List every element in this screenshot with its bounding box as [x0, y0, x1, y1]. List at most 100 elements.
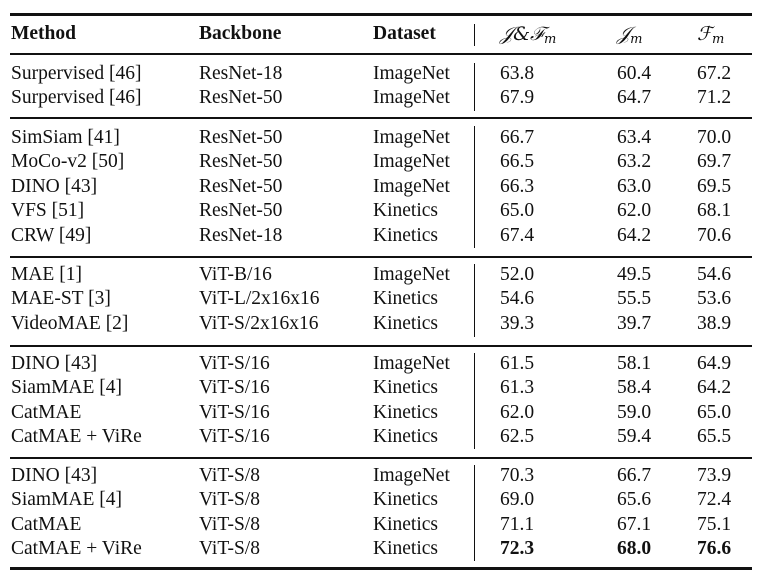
backbone-cell: ViT-S/8 — [199, 513, 260, 535]
method-cell: VideoMAE [2] — [11, 312, 129, 334]
method-cell: CatMAE — [11, 401, 82, 423]
dataset-cell: ImageNet — [373, 151, 450, 173]
jf-mean-cell: 71.1 — [500, 513, 535, 535]
method-cell: SiamMAE [4] — [11, 489, 123, 511]
jf-mean-cell: 70.3 — [500, 465, 535, 486]
method-cell: CatMAE + ViRe — [11, 538, 142, 560]
j-mean-cell: 68.0 — [617, 538, 652, 560]
table-row: SiamMAE [4] ViT-S/16 Kinetics 61.3 58.4 64.2 — [0, 376, 758, 400]
jf-mean-cell: 66.5 — [500, 151, 535, 173]
method-cell: DINO [43] — [11, 465, 98, 486]
backbone-cell: ViT-S/16 — [199, 401, 270, 423]
jf-mean-cell: 54.6 — [500, 288, 535, 310]
header-j-mean: 𝒥m — [617, 22, 642, 52]
table-row: VFS [51] ResNet-50 Kinetics 65.0 62.0 68.1 — [0, 199, 758, 223]
jf-mean-cell: 67.4 — [500, 224, 535, 246]
table-row: CatMAE + ViRe ViT-S/8 Kinetics 72.3 68.0 76.6 — [0, 537, 758, 561]
table-row: CatMAE ViT-S/16 Kinetics 62.0 59.0 65.0 — [0, 401, 758, 425]
dataset-cell: ImageNet — [373, 465, 450, 486]
j-mean-cell: 62.0 — [617, 200, 652, 222]
f-mean-cell: 75.1 — [697, 513, 732, 535]
table-row: SiamMAE [4] ViT-S/8 Kinetics 69.0 65.6 72.4 — [0, 488, 758, 512]
group-rule — [10, 117, 752, 119]
table-row: Surpervised [46] ResNet-50 ImageNet 67.9 64.… — [0, 86, 758, 110]
header-jf-subscript: m — [544, 32, 557, 47]
method-cell: CatMAE — [11, 513, 82, 535]
header-j-subscript: m — [630, 32, 643, 47]
jf-mean-cell: 62.0 — [500, 401, 535, 423]
method-cell: MoCo-v2 [50] — [11, 151, 125, 173]
dataset-cell: Kinetics — [373, 312, 438, 334]
f-mean-cell: 67.2 — [697, 63, 732, 84]
f-mean-cell: 54.6 — [697, 264, 732, 285]
f-mean-cell: 73.9 — [697, 465, 732, 486]
header-dataset: Dataset — [373, 23, 436, 44]
jf-mean-cell: 67.9 — [500, 87, 535, 109]
j-mean-cell: 63.2 — [617, 151, 652, 173]
j-mean-cell: 59.0 — [617, 401, 652, 423]
f-mean-cell: 69.5 — [697, 175, 732, 197]
method-cell: SiamMAE [4] — [11, 377, 123, 399]
backbone-cell: ViT-L/2x16x16 — [199, 288, 320, 310]
dataset-cell: Kinetics — [373, 377, 438, 399]
table-row: DINO [43] ResNet-50 ImageNet 66.3 63.0 69.5 — [0, 175, 758, 199]
header-jf-mean: 𝒥&ℱm — [500, 22, 556, 52]
group-rule — [10, 345, 752, 347]
jf-mean-cell: 65.0 — [500, 200, 535, 222]
dataset-cell: ImageNet — [373, 175, 450, 197]
j-mean-cell: 65.6 — [617, 489, 652, 511]
backbone-cell: ViT-S/16 — [199, 426, 270, 448]
dataset-cell: Kinetics — [373, 288, 438, 310]
jf-mean-cell: 39.3 — [500, 312, 535, 334]
backbone-cell: ViT-S/8 — [199, 489, 260, 511]
jf-mean-cell: 69.0 — [500, 489, 535, 511]
table-row: MoCo-v2 [50] ResNet-50 ImageNet 66.5 63.2 69.… — [0, 150, 758, 174]
dataset-cell: Kinetics — [373, 401, 438, 423]
table-header: Method Backbone Dataset 𝒥&ℱm 𝒥m ℱm — [0, 22, 758, 47]
backbone-cell: ResNet-50 — [199, 200, 283, 222]
table-row: VideoMAE [2] ViT-S/2x16x16 Kinetics 39.3 39.… — [0, 312, 758, 336]
jf-mean-cell: 66.7 — [500, 127, 535, 148]
jf-mean-cell: 61.3 — [500, 377, 535, 399]
table-row: MAE [1] ViT-B/16 ImageNet 52.0 49.5 54.6 — [0, 263, 758, 287]
dataset-cell: Kinetics — [373, 513, 438, 535]
method-cell: Surpervised [46] — [11, 87, 142, 109]
f-mean-cell: 64.2 — [697, 377, 732, 399]
j-mean-cell: 63.0 — [617, 175, 652, 197]
dataset-cell: Kinetics — [373, 224, 438, 246]
header-f-subscript: m — [711, 32, 725, 47]
table-row: CatMAE ViT-S/8 Kinetics 71.1 67.1 75.1 — [0, 513, 758, 537]
method-cell: CatMAE + ViRe — [11, 426, 142, 448]
jf-mean-cell: 66.3 — [500, 175, 535, 197]
method-cell: CRW [49] — [11, 224, 92, 246]
backbone-cell: ViT-S/8 — [199, 538, 260, 560]
header-backbone: Backbone — [199, 23, 282, 44]
table-row: DINO [43] ViT-S/16 ImageNet 61.5 58.1 64.9 — [0, 352, 758, 376]
f-mean-cell: 72.4 — [697, 489, 732, 511]
f-mean-cell: 64.9 — [697, 353, 732, 374]
j-mean-cell: 64.2 — [617, 224, 652, 246]
f-mean-cell: 70.0 — [697, 127, 732, 148]
dataset-cell: Kinetics — [373, 489, 438, 511]
dataset-cell: Kinetics — [373, 200, 438, 222]
group-rule — [10, 256, 752, 258]
dataset-cell: ImageNet — [373, 63, 450, 84]
j-mean-cell: 39.7 — [617, 312, 652, 334]
j-mean-cell: 59.4 — [617, 426, 652, 448]
backbone-cell: ViT-S/2x16x16 — [199, 312, 319, 334]
dataset-cell: Kinetics — [373, 426, 438, 448]
method-cell: Surpervised [46] — [11, 63, 142, 84]
j-mean-cell: 64.7 — [617, 87, 652, 109]
table-row: CRW [49] ResNet-18 Kinetics 67.4 64.2 70.6 — [0, 224, 758, 248]
backbone-cell: ViT-S/16 — [199, 377, 270, 399]
j-mean-cell: 55.5 — [617, 288, 652, 310]
jf-mean-cell: 72.3 — [500, 538, 535, 560]
header-f-mean: ℱm — [697, 22, 724, 52]
dataset-cell: ImageNet — [373, 127, 450, 148]
backbone-cell: ResNet-18 — [199, 63, 283, 84]
header-method: Method — [11, 23, 76, 44]
f-mean-cell: 65.5 — [697, 426, 732, 448]
table-row: MAE-ST [3] ViT-L/2x16x16 Kinetics 54.6 55.5 5… — [0, 287, 758, 311]
backbone-cell: ResNet-50 — [199, 151, 283, 173]
dataset-cell: ImageNet — [373, 264, 450, 285]
